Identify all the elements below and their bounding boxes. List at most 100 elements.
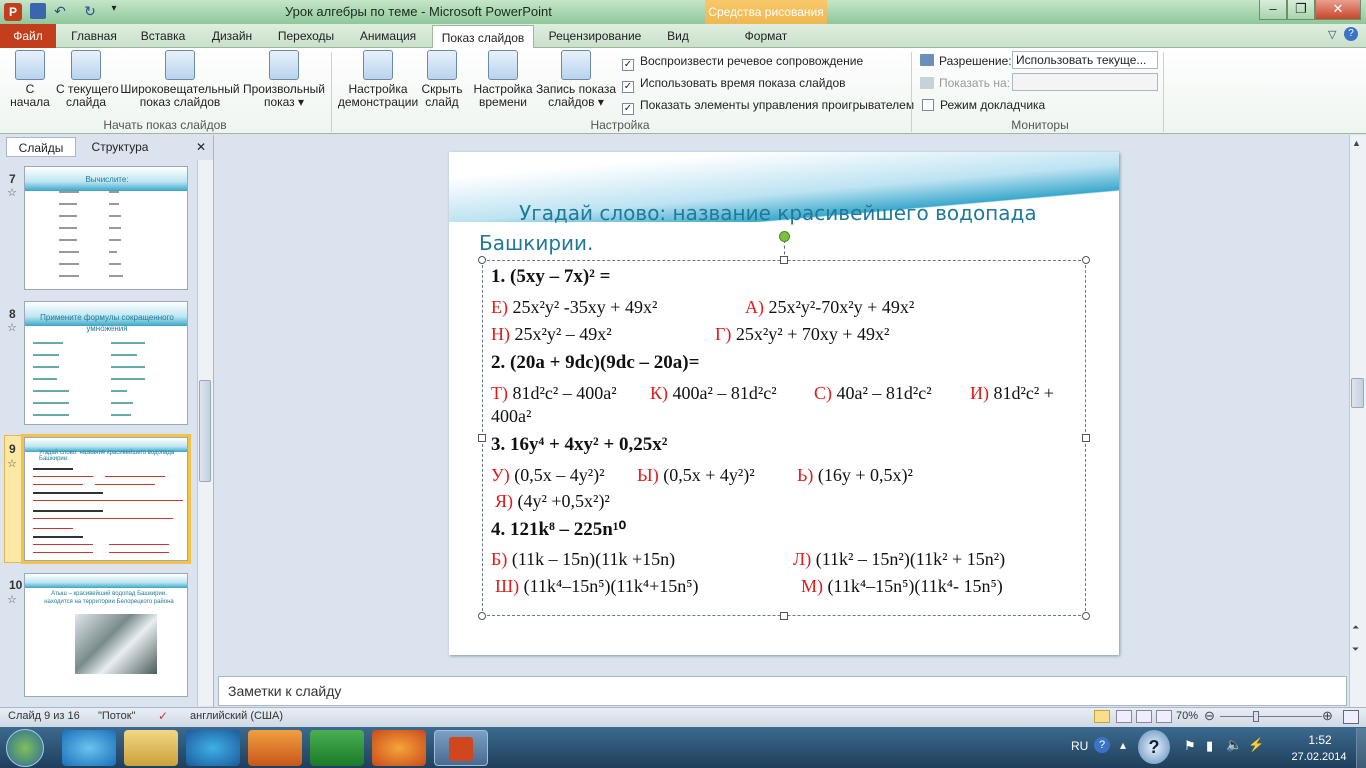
close-pane-icon[interactable]: ✕: [196, 140, 206, 154]
slide-sorter-icon[interactable]: [1116, 710, 1132, 723]
resize-handle[interactable]: [1082, 612, 1090, 620]
show-media-controls-checkbox[interactable]: ✓ Показать элементы управления проигрыват…: [622, 98, 914, 115]
current-slide[interactable]: Угадай слово: название красивейшего водо…: [449, 152, 1119, 655]
network-app-icon[interactable]: [186, 730, 240, 766]
slides-scroll-thumb[interactable]: [199, 380, 211, 482]
use-timings-checkbox[interactable]: ✓ Использовать время показа слайдов: [622, 76, 846, 93]
zoom-in-icon[interactable]: ⊕: [1322, 708, 1333, 724]
spellcheck-icon[interactable]: ✓: [158, 709, 168, 723]
powerpoint-taskbar-button[interactable]: [434, 730, 488, 766]
resize-handle[interactable]: [478, 256, 486, 264]
normal-view-icon[interactable]: [1094, 710, 1110, 723]
custom-show-button[interactable]: Произвольный показ ▾: [242, 50, 326, 109]
resolution-value: Использовать текуще...: [1016, 53, 1147, 67]
zoom-slider[interactable]: [1220, 716, 1322, 717]
clock-date[interactable]: 27.02.2014: [1284, 751, 1354, 763]
undo-icon[interactable]: ↶: [52, 3, 68, 19]
zoom-slider-thumb[interactable]: [1253, 711, 1259, 722]
slide-thumbnail-9[interactable]: Угадай слово: название красивейшего водо…: [21, 434, 191, 564]
ribbon-minimize-icon[interactable]: ▽: [1328, 28, 1336, 41]
broadcast-button[interactable]: Широковещательный показ слайдов: [118, 50, 242, 109]
network-icon[interactable]: ▮: [1206, 738, 1213, 754]
minimize-button[interactable]: –: [1259, 0, 1287, 20]
tab-format[interactable]: Формат: [712, 24, 820, 48]
play-narrations-checkbox[interactable]: ✓ Воспроизвести речевое сопровождение: [622, 54, 863, 71]
tab-insert[interactable]: Вставка: [132, 24, 194, 48]
close-button[interactable]: ✕: [1315, 0, 1361, 20]
tab-view[interactable]: Вид: [656, 24, 700, 48]
tab-transitions[interactable]: Переходы: [270, 24, 342, 48]
answer-row: Г) 25x²y² + 70xy + 49x²: [715, 324, 889, 345]
record-show-button[interactable]: Запись показа слайдов ▾: [534, 50, 618, 109]
resize-handle[interactable]: [478, 612, 486, 620]
answer-text: 400a²: [491, 406, 532, 426]
start-button[interactable]: [6, 729, 44, 767]
internet-explorer-icon[interactable]: [62, 730, 116, 766]
fit-to-window-icon[interactable]: [1343, 710, 1359, 724]
slide-thumbnail-7[interactable]: Вычислите:: [24, 166, 188, 290]
resize-handle[interactable]: [1082, 434, 1090, 442]
tab-file[interactable]: Файл: [0, 24, 56, 48]
theme-name[interactable]: "Поток": [98, 710, 135, 722]
media-player-icon[interactable]: [248, 730, 302, 766]
redo-icon[interactable]: ↻: [82, 3, 98, 19]
resolution-dropdown[interactable]: Использовать текуще...: [1012, 51, 1158, 69]
firefox-icon[interactable]: [372, 730, 426, 766]
language-indicator[interactable]: английский (США): [190, 710, 283, 722]
tab-outline[interactable]: Структура: [80, 137, 160, 157]
input-language[interactable]: RU: [1071, 739, 1088, 753]
setup-show-button[interactable]: Настройка демонстрации: [336, 50, 420, 109]
chart-app-icon[interactable]: [310, 730, 364, 766]
volume-icon[interactable]: 🔈: [1226, 737, 1242, 753]
prev-slide-icon[interactable]: ⏶: [1352, 622, 1359, 633]
scroll-up-icon[interactable]: ▲: [1352, 138, 1361, 148]
answer-letter: Ы): [637, 465, 659, 485]
help-icon[interactable]: ?: [1344, 27, 1358, 41]
tab-slideshow[interactable]: Показ слайдов: [432, 25, 534, 49]
customize-qat-icon[interactable]: ▾: [106, 3, 122, 19]
file-explorer-icon[interactable]: [124, 730, 178, 766]
custom-show-icon: [269, 50, 299, 80]
show-desktop-button[interactable]: [1356, 728, 1366, 768]
action-center-icon[interactable]: ⚑: [1184, 738, 1196, 754]
tab-animations[interactable]: Анимация: [348, 24, 428, 48]
resize-handle[interactable]: [1082, 256, 1090, 264]
presenter-view-label: Режим докладчика: [940, 98, 1046, 112]
rotation-handle[interactable]: [779, 231, 790, 242]
powerpoint-app-icon[interactable]: P: [4, 3, 22, 21]
answer-letter: Т): [491, 383, 508, 403]
zoom-out-icon[interactable]: ⊖: [1204, 708, 1215, 724]
hide-slide-button[interactable]: Скрыть слайд: [418, 50, 466, 109]
slide-thumbnail-8[interactable]: Примените формулы сокращенного умножения: [24, 301, 188, 425]
help-tray-icon[interactable]: ?: [1094, 737, 1110, 753]
tab-design[interactable]: Дизайн: [200, 24, 264, 48]
tab-home[interactable]: Главная: [62, 24, 126, 48]
maximize-button[interactable]: ❐: [1287, 0, 1315, 20]
show-on-dropdown[interactable]: [1012, 73, 1158, 91]
resize-handle[interactable]: [478, 434, 486, 442]
save-icon[interactable]: [30, 3, 46, 19]
tab-slides[interactable]: Слайды: [6, 137, 76, 157]
slide-title[interactable]: Угадай слово: название красивейшего водо…: [479, 198, 1099, 258]
notes-pane[interactable]: [218, 676, 1347, 706]
rehearse-timings-button[interactable]: Настройка времени: [472, 50, 534, 109]
main-scroll-thumb[interactable]: [1351, 378, 1364, 408]
slide-thumbnail-10[interactable]: Атыш – красивейший водопад Башкирии, нах…: [24, 573, 188, 697]
answer-row: У) (0,5x – 4y²)²: [491, 465, 605, 486]
power-icon[interactable]: ⚡: [1248, 737, 1264, 753]
slideshow-view-icon[interactable]: [1156, 710, 1172, 723]
resize-handle[interactable]: [780, 612, 788, 620]
next-slide-icon[interactable]: ⏷: [1352, 644, 1359, 655]
tab-review[interactable]: Рецензирование: [540, 24, 650, 48]
show-hidden-icons[interactable]: ▴: [1120, 738, 1126, 752]
from-current-button[interactable]: С текущего слайда: [56, 50, 119, 109]
presenter-view-checkbox[interactable]: Режим докладчика: [922, 98, 1045, 112]
reading-view-icon[interactable]: [1136, 710, 1152, 723]
from-beginning-button[interactable]: С начала: [4, 50, 56, 109]
resize-handle[interactable]: [780, 256, 788, 264]
answer-text: (11k⁴–15n⁵)(11k⁴+15n⁵): [523, 576, 699, 596]
answer-text: 25x²y² -35xy + 49x²: [512, 297, 658, 317]
zoom-level[interactable]: 70%: [1176, 710, 1198, 722]
clock-time[interactable]: 1:52: [1290, 733, 1350, 747]
help-tray-large-icon[interactable]: ?: [1138, 730, 1170, 764]
